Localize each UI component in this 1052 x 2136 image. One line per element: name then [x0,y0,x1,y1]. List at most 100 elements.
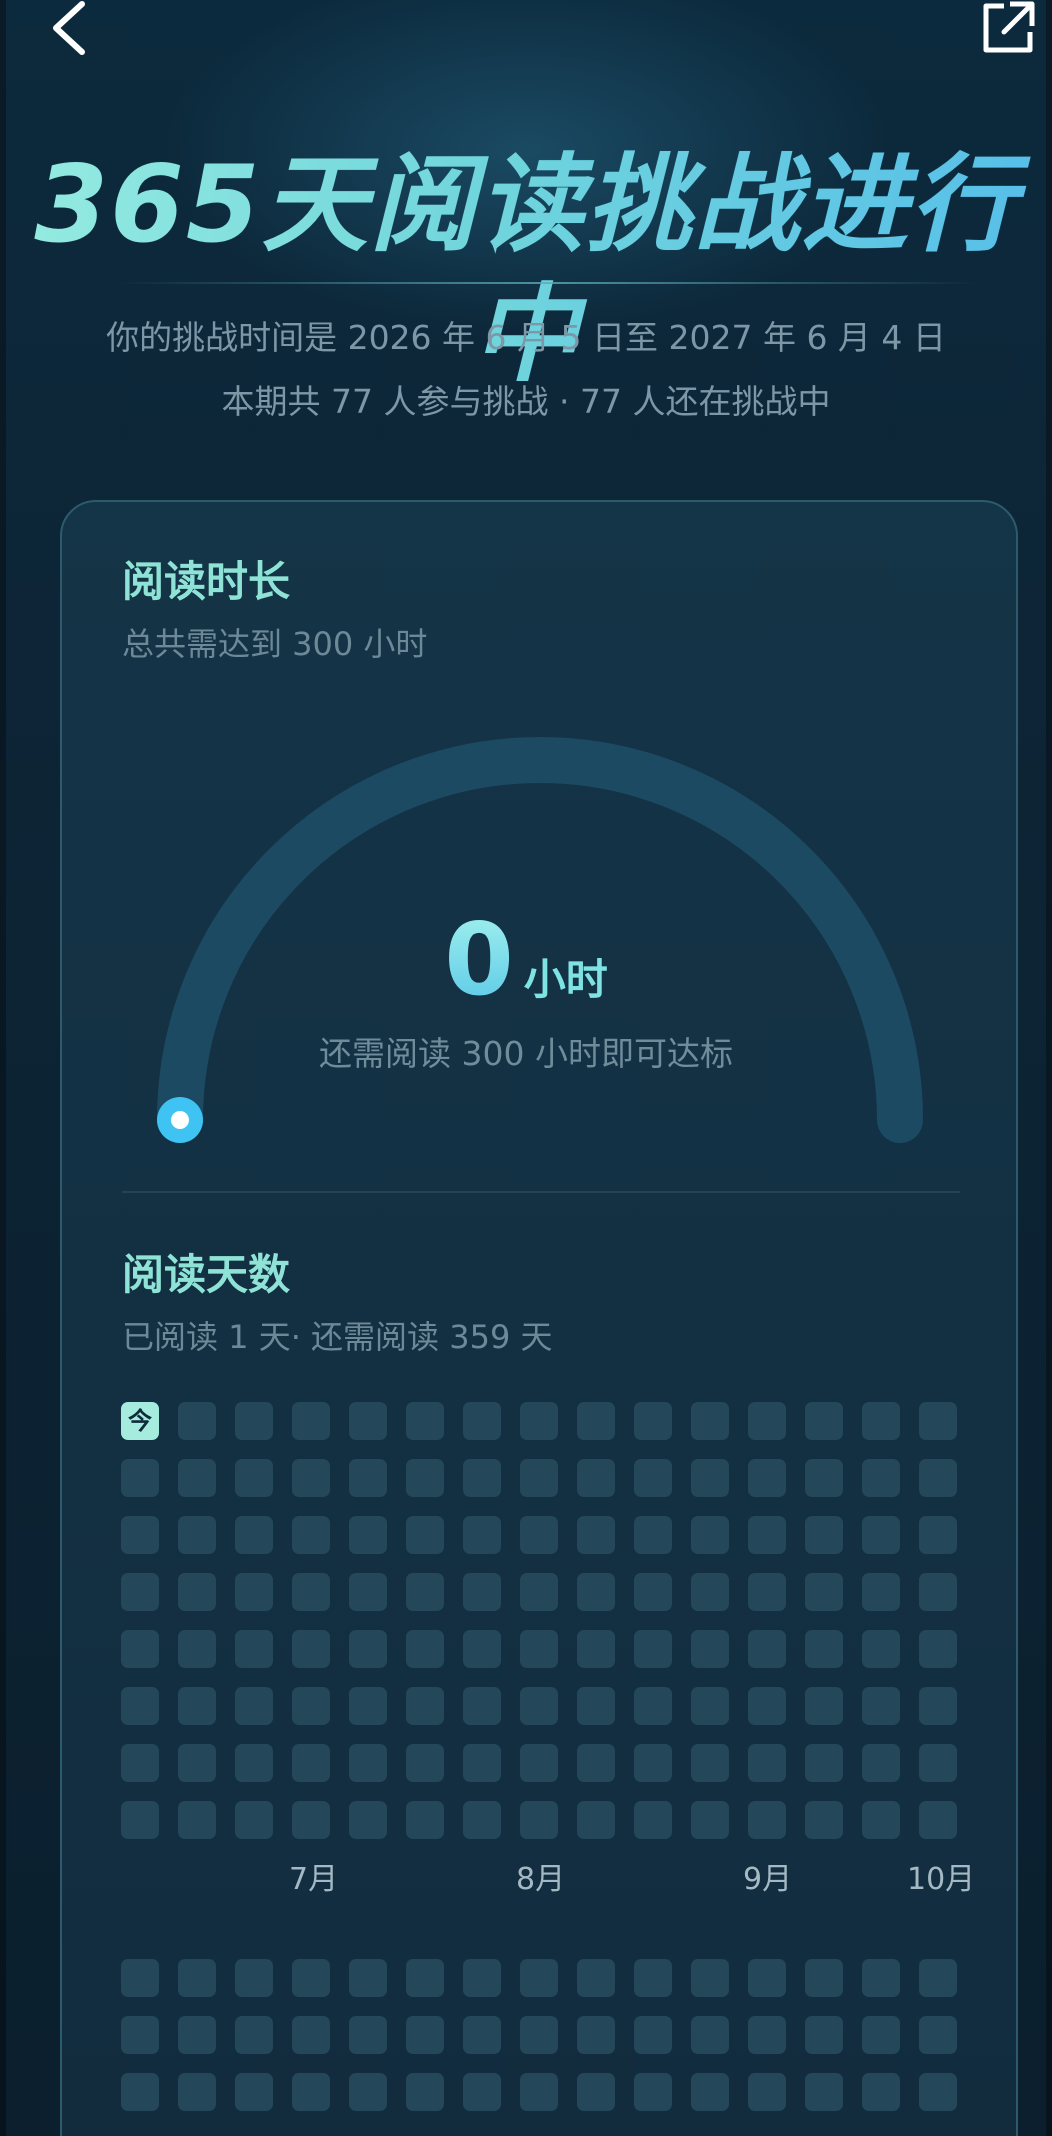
back-button[interactable] [42,0,102,60]
calendar-day [292,1959,330,1997]
calendar-day [292,2073,330,2111]
calendar-day [292,1744,330,1782]
calendar-day [919,2073,957,2111]
calendar-day [178,2016,216,2054]
calendar-day [292,1687,330,1725]
calendar-day [292,1630,330,1668]
calendar-day [121,1801,159,1839]
calendar-day [406,1630,444,1668]
calendar-day [463,1402,501,1440]
calendar-day [805,1801,843,1839]
calendar-day [349,1630,387,1668]
calendar-day [691,1459,729,1497]
calendar-day [805,1402,843,1440]
calendar-day [691,1402,729,1440]
calendar-day [349,1402,387,1440]
calendar-day [805,1573,843,1611]
calendar-day [862,1801,900,1839]
calendar-day [862,1402,900,1440]
calendar-day [577,1402,615,1440]
calendar-day [691,1687,729,1725]
calendar-day [577,1744,615,1782]
calendar-day [634,1516,672,1554]
calendar-day [919,1744,957,1782]
calendar-day [634,1687,672,1725]
calendar-day [349,1801,387,1839]
month-label-oct: 10月 [907,1862,976,1897]
calendar-day [349,1516,387,1554]
calendar-day [178,1516,216,1554]
reading-hours-unit: 小时 [523,955,608,1004]
calendar-day [463,1744,501,1782]
calendar-day [121,2073,159,2111]
calendar-day [919,1573,957,1611]
calendar-day [748,1573,786,1611]
calendar-day [463,1516,501,1554]
calendar-day [235,1959,273,1997]
calendar-day [406,1801,444,1839]
calendar-day [121,1630,159,1668]
month-label-aug: 8月 [516,1862,566,1897]
calendar-day [292,2016,330,2054]
calendar-day [805,1687,843,1725]
calendar-day [862,1573,900,1611]
calendar-day [292,1459,330,1497]
calendar-day [805,1630,843,1668]
calendar-day [292,1801,330,1839]
share-button[interactable] [980,0,1036,56]
calendar-day [577,1516,615,1554]
month-label-jul: 7月 [289,1862,339,1897]
calendar-day [748,1459,786,1497]
calendar-day [349,1959,387,1997]
share-external-icon [983,1,1035,53]
calendar-day [862,1744,900,1782]
calendar-day [634,1402,672,1440]
calendar-day [520,1516,558,1554]
calendar-day [805,2016,843,2054]
calendar-day [121,1516,159,1554]
calendar-day [121,1744,159,1782]
calendar-day [577,2073,615,2111]
calendar-day [349,1744,387,1782]
calendar-day [349,1459,387,1497]
calendar-day [178,1687,216,1725]
calendar-day [748,1402,786,1440]
calendar-day [748,2073,786,2111]
calendar-day [577,1801,615,1839]
calendar-day [919,1687,957,1725]
calendar-day [463,2073,501,2111]
calendar-day [919,1402,957,1440]
calendar-day [463,1959,501,1997]
calendar-day [919,1516,957,1554]
calendar-day [634,1459,672,1497]
month-label-sep: 9月 [743,1862,793,1897]
calendar-day [919,1959,957,1997]
calendar-day [748,2016,786,2054]
calendar-day [577,1459,615,1497]
calendar-day [634,1744,672,1782]
calendar-day [178,2073,216,2111]
calendar-day [235,1402,273,1440]
calendar-day [121,1959,159,1997]
reading-remaining-note: 还需阅读 300 小时即可达标 [319,1034,733,1073]
calendar-day [520,1459,558,1497]
calendar-day [691,1959,729,1997]
calendar-day [634,1630,672,1668]
calendar-day [178,1402,216,1440]
calendar-day [235,1630,273,1668]
challenge-page: 365天阅读挑战进行中 你的挑战时间是 2026 年 6 月 5 日至 2027… [0,0,1052,2136]
calendar-day [235,1459,273,1497]
calendar-day [862,2016,900,2054]
calendar-day [748,1744,786,1782]
calendar-day [520,2016,558,2054]
reading-duration-subtitle: 总共需达到 300 小时 [122,625,428,663]
calendar-day [463,1801,501,1839]
reading-days-subtitle: 已阅读 1 天· 还需阅读 359 天 [122,1318,553,1356]
gauge-progress-dot-center [171,1111,189,1129]
calendar-day [577,2016,615,2054]
calendar-day [520,1959,558,1997]
calendar-day [691,2073,729,2111]
calendar-day [748,1801,786,1839]
title-divider [115,282,981,284]
calendar-day [406,2073,444,2111]
